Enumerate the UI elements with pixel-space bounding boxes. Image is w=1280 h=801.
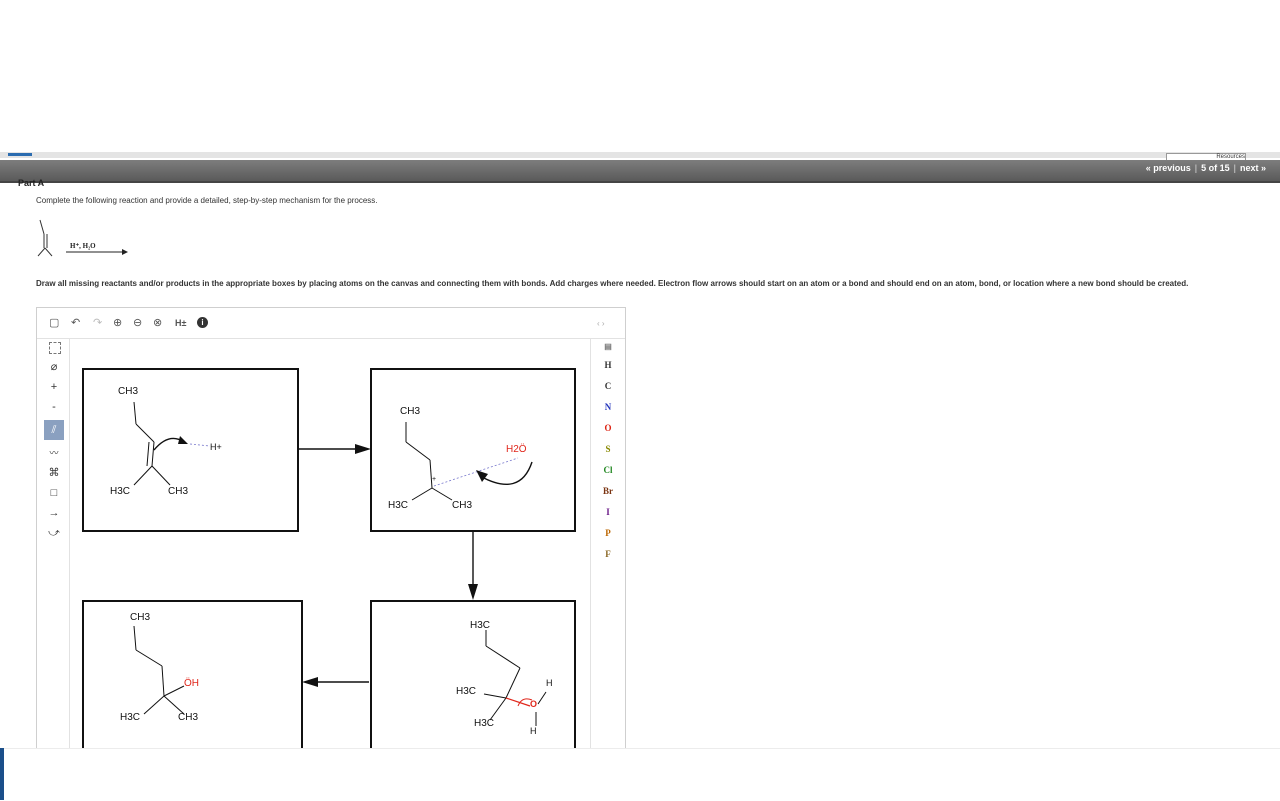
top-strip bbox=[0, 152, 1280, 158]
mechanism-box-4[interactable]: CH3 ÖH H3C CH3 bbox=[82, 600, 303, 764]
box2-cation-charge: + bbox=[432, 476, 437, 483]
atom-button-o[interactable]: O bbox=[591, 423, 625, 433]
mechanism-box-2[interactable]: CH3 H3C CH3 H2Ö + bbox=[370, 368, 576, 532]
box2-water: H2Ö bbox=[506, 444, 527, 455]
atom-button-br[interactable]: Br bbox=[591, 486, 625, 496]
box2-h3c-left: H3C bbox=[388, 500, 409, 511]
page-bottom-area bbox=[0, 748, 1280, 801]
box2-ch3-top: CH3 bbox=[400, 406, 421, 417]
box4-h3c-left: H3C bbox=[120, 712, 141, 723]
arrow-head-right bbox=[355, 444, 371, 454]
atom-button-c[interactable]: C bbox=[591, 381, 625, 391]
previous-link[interactable]: « previous bbox=[1142, 163, 1195, 173]
arrow-head-down bbox=[468, 584, 478, 600]
atom-button-s[interactable]: S bbox=[591, 444, 625, 454]
box1-proton: H+ bbox=[210, 442, 222, 452]
pagination-nav: « previous | 5 of 15 | next » bbox=[1142, 163, 1270, 173]
box1-h3c-left: H3C bbox=[110, 486, 131, 497]
box1-structure bbox=[133, 401, 211, 486]
mechanism-box-1[interactable]: CH3 H3C CH3 H+ bbox=[82, 368, 299, 532]
box1-ch3-right: CH3 bbox=[168, 486, 189, 497]
box3-h3c-mid: H3C bbox=[456, 686, 477, 697]
box1-ch3-top: CH3 bbox=[118, 386, 139, 397]
drawing-instructions: Draw all missing reactants and/or produc… bbox=[36, 279, 1189, 288]
reagent-label: H⁺, H₂O bbox=[70, 242, 96, 250]
periodic-table-toolbar: ▤ H C N O S Cl Br I P F bbox=[590, 338, 625, 758]
box4-ch3-top: CH3 bbox=[130, 612, 151, 623]
box3-h3c-top: H3C bbox=[470, 620, 491, 631]
assignment-header-bar bbox=[0, 160, 1280, 183]
box3-h-top: H bbox=[546, 678, 553, 688]
page-position: 5 of 15 bbox=[1201, 163, 1230, 173]
box3-h3c-bottom: H3C bbox=[474, 718, 495, 729]
question-prompt: Complete the following reaction and prov… bbox=[36, 196, 378, 205]
box3-h-bottom: H bbox=[530, 726, 537, 736]
atom-button-n[interactable]: N bbox=[591, 402, 625, 412]
reaction-scheme: H⁺, H₂O bbox=[36, 218, 136, 258]
starting-alkene-structure bbox=[37, 219, 128, 257]
atom-button-f[interactable]: F bbox=[591, 549, 625, 559]
box4-oh: ÖH bbox=[184, 678, 199, 689]
part-label: Part A bbox=[18, 178, 45, 188]
box4-ch3-right: CH3 bbox=[178, 712, 199, 723]
box2-ch3-right: CH3 bbox=[452, 500, 473, 511]
mechanism-box-3[interactable]: H3C H3C H3C H H O bbox=[370, 600, 576, 764]
atom-button-h[interactable]: H bbox=[591, 360, 625, 370]
atom-button-p[interactable]: P bbox=[591, 528, 625, 538]
atom-button-cl[interactable]: Cl bbox=[591, 465, 625, 475]
box3-oxygen: O bbox=[530, 699, 538, 709]
expand-icon[interactable]: ‹ › bbox=[597, 319, 605, 328]
arrow-head-left bbox=[302, 677, 318, 687]
atom-button-i[interactable]: I bbox=[591, 507, 625, 517]
side-accent-bar bbox=[0, 748, 4, 800]
next-link[interactable]: next » bbox=[1236, 163, 1270, 173]
marvin-sketcher[interactable]: ▢ ↶ ↷ ⊕ ⊖ ⊗ H± i ‹ › ⌀ + - ⫽ 〰 ⌘ □ → ⤻ ▤… bbox=[36, 307, 626, 764]
periodic-table-icon[interactable]: ▤ bbox=[591, 342, 625, 351]
active-tab-indicator[interactable] bbox=[8, 153, 32, 156]
